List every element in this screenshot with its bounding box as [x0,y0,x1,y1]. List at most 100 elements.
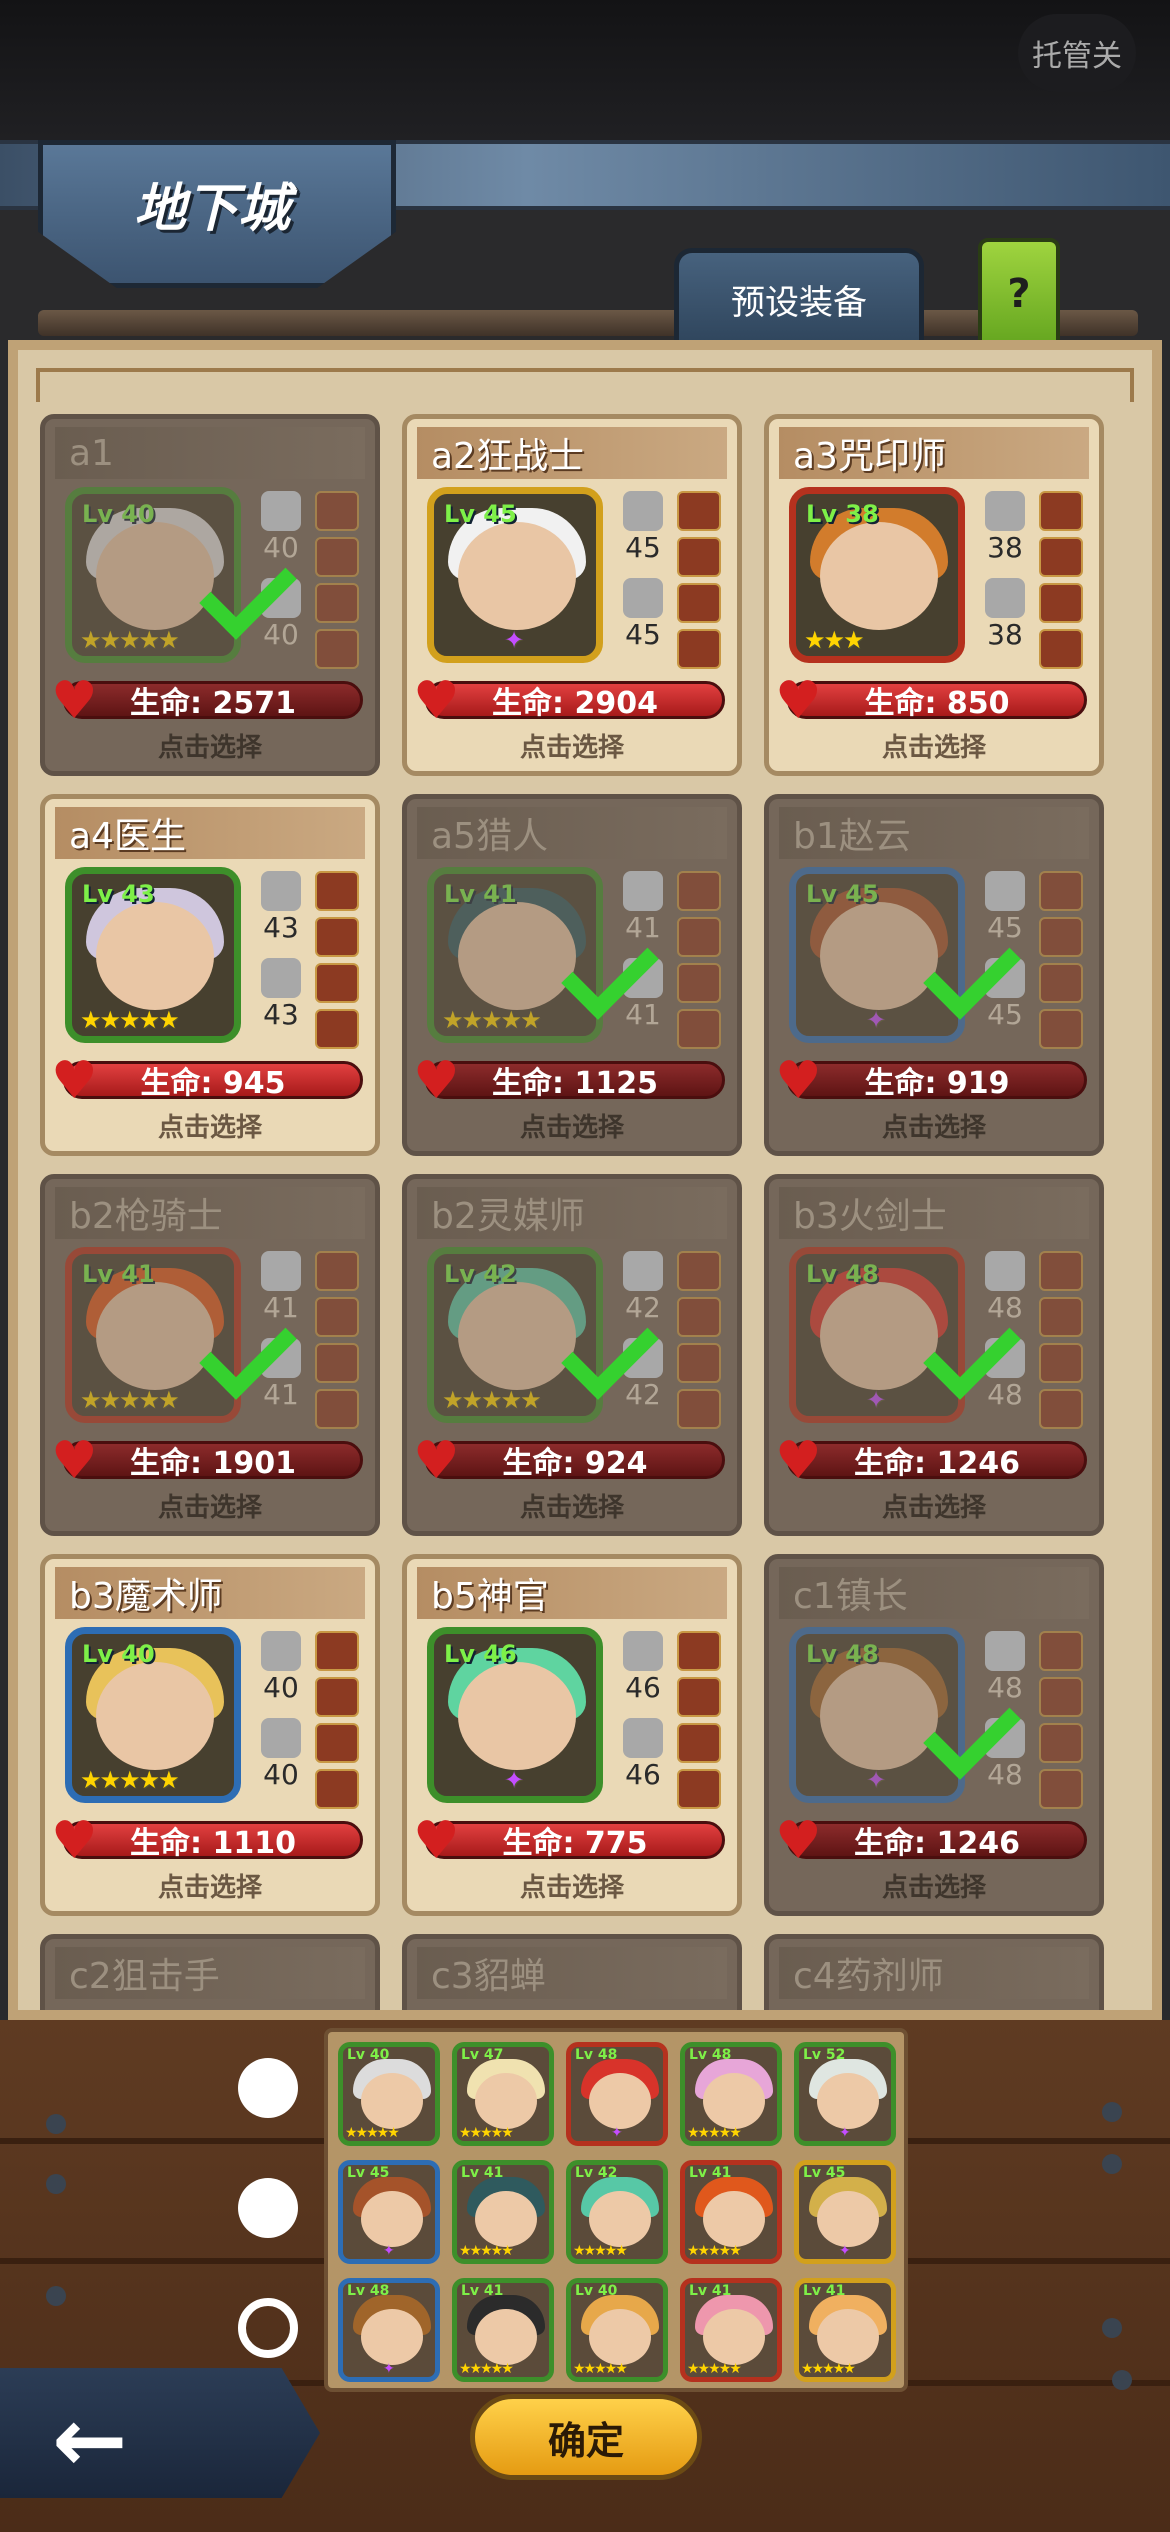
team-member-portrait[interactable]: Lv 42 ★★★★★ [566,2160,668,2264]
help-button[interactable]: ? [978,238,1060,350]
equipment-slot-icon[interactable] [1039,1631,1083,1671]
equipment-slot-icon[interactable] [1039,1723,1083,1763]
hero-card[interactable]: c1镇长 Lv 48 ✦ 48 48 生命: 1246 ♥ 点击选择 [764,1554,1104,1916]
equipment-slot-icon[interactable] [315,1343,359,1383]
equipment-slot-icon[interactable] [677,1297,721,1337]
preset-equipment-tab[interactable]: 预设装备 [674,248,924,345]
equipment-slot-icon[interactable] [315,1251,359,1291]
hero-card[interactable]: c2狙击手 [40,1934,380,2010]
equipment-slot-icon[interactable] [677,1009,721,1049]
team-member-portrait[interactable]: Lv 41 ★★★★★ [680,2160,782,2264]
hero-card[interactable]: a4医生 Lv 43 ★★★★★ 43 43 生命: 945 ♥ 点击选择 [40,794,380,1156]
hero-card[interactable]: b2枪骑士 Lv 41 ★★★★★ 41 41 生命: 1901 ♥ 点击选择 [40,1174,380,1536]
hero-card[interactable]: b1赵云 Lv 45 ✦ 45 45 生命: 919 ♥ 点击选择 [764,794,1104,1156]
hero-card[interactable]: c4药剂师 [764,1934,1104,2010]
equipment-slot-icon[interactable] [677,1769,721,1809]
equipment-slot-icon[interactable] [677,1389,721,1429]
equipment-slot-icon[interactable] [315,1009,359,1049]
team-member-portrait[interactable]: Lv 41 ★★★★★ [452,2160,554,2264]
equipment-slot-icon[interactable] [315,1297,359,1337]
equipment-slot-icon[interactable] [315,917,359,957]
equipment-slot-icon[interactable] [1039,917,1083,957]
select-hero-button[interactable]: 点击选择 [769,1107,1099,1144]
equipment-slot-icon[interactable] [677,963,721,1003]
team-radio-button[interactable] [238,2178,298,2238]
hero-card[interactable]: a3咒印师 Lv 38 ★★★ 38 38 生命: 850 ♥ 点击选择 [764,414,1104,776]
equipment-slot-icon[interactable] [677,871,721,911]
equipment-slot-icon[interactable] [677,491,721,531]
hero-card[interactable]: b3魔术师 Lv 40 ★★★★★ 40 40 生命: 1110 ♥ 点击选择 [40,1554,380,1916]
equipment-slot-icon[interactable] [1039,491,1083,531]
equipment-slot-icon[interactable] [1039,1251,1083,1291]
equipment-slot-icon[interactable] [315,1389,359,1429]
hero-card[interactable]: c3貂蝉 [402,1934,742,2010]
team-member-portrait[interactable]: Lv 41 ★★★★★ [452,2278,554,2382]
equipment-slot-icon[interactable] [1039,1769,1083,1809]
equipment-slot-icon[interactable] [1039,1343,1083,1383]
equipment-slot-icon[interactable] [1039,583,1083,623]
equipment-slot-icon[interactable] [677,537,721,577]
equipment-slot-icon[interactable] [677,1677,721,1717]
select-hero-button[interactable]: 点击选择 [769,1487,1099,1524]
select-hero-button[interactable]: 点击选择 [45,1487,375,1524]
equipment-slot-icon[interactable] [1039,1389,1083,1429]
team-member-portrait[interactable]: Lv 40 ★★★★★ [338,2042,440,2146]
equipment-slot-icon[interactable] [1039,1297,1083,1337]
team-member-portrait[interactable]: Lv 52 ✦ [794,2042,896,2146]
team-radio-button[interactable] [238,2298,298,2358]
equipment-slot-icon[interactable] [315,491,359,531]
select-hero-button[interactable]: 点击选择 [769,727,1099,764]
equipment-slot-icon[interactable] [315,963,359,1003]
equipment-slot-icon[interactable] [315,1769,359,1809]
select-hero-button[interactable]: 点击选择 [769,1867,1099,1904]
equipment-slot-icon[interactable] [1039,963,1083,1003]
select-hero-button[interactable]: 点击选择 [407,727,737,764]
hero-card[interactable]: b2灵媒师 Lv 42 ★★★★★ 42 42 生命: 924 ♥ 点击选择 [402,1174,742,1536]
select-hero-button[interactable]: 点击选择 [407,1107,737,1144]
equipment-slot-icon[interactable] [1039,629,1083,669]
hero-card[interactable]: a5猎人 Lv 41 ★★★★★ 41 41 生命: 1125 ♥ 点击选择 [402,794,742,1156]
team-member-portrait[interactable]: Lv 48 ✦ [566,2042,668,2146]
select-hero-button[interactable]: 点击选择 [407,1487,737,1524]
equipment-slot-icon[interactable] [1039,1009,1083,1049]
equipment-slot-icon[interactable] [677,1251,721,1291]
equipment-slot-icon[interactable] [315,583,359,623]
hero-card[interactable]: b3火剑士 Lv 48 ✦ 48 48 生命: 1246 ♥ 点击选择 [764,1174,1104,1536]
equipment-slot-icon[interactable] [315,1723,359,1763]
team-member-portrait[interactable]: Lv 48 ✦ [338,2278,440,2382]
auto-toggle-button[interactable]: 托管关 [1018,14,1136,92]
team-member-portrait[interactable]: Lv 45 ✦ [794,2160,896,2264]
equipment-slot-icon[interactable] [677,917,721,957]
team-member-portrait[interactable]: Lv 40 ★★★★★ [566,2278,668,2382]
team-radio-button[interactable] [238,2058,298,2118]
confirm-button[interactable]: 确定 [470,2394,702,2480]
equipment-slot-icon[interactable] [315,1631,359,1671]
select-hero-button[interactable]: 点击选择 [407,1867,737,1904]
star-rating-icon: ✦ [866,1386,886,1414]
hero-card[interactable]: b5神官 Lv 46 ✦ 46 46 生命: 775 ♥ 点击选择 [402,1554,742,1916]
equipment-slot-icon[interactable] [677,629,721,669]
equipment-slot-icon[interactable] [315,1677,359,1717]
select-hero-button[interactable]: 点击选择 [45,727,375,764]
back-button[interactable] [0,2368,320,2498]
defense-value: 41 [625,998,661,1031]
team-member-portrait[interactable]: Lv 41 ★★★★★ [680,2278,782,2382]
team-member-portrait[interactable]: Lv 47 ★★★★★ [452,2042,554,2146]
equipment-slot-icon[interactable] [677,1343,721,1383]
team-member-portrait[interactable]: Lv 48 ★★★★★ [680,2042,782,2146]
equipment-slot-icon[interactable] [315,537,359,577]
equipment-slot-icon[interactable] [677,1631,721,1671]
select-hero-button[interactable]: 点击选择 [45,1107,375,1144]
equipment-slot-icon[interactable] [677,1723,721,1763]
equipment-slot-icon[interactable] [1039,871,1083,911]
hero-card[interactable]: a2狂战士 Lv 45 ✦ 45 45 生命: 2904 ♥ 点击选择 [402,414,742,776]
equipment-slot-icon[interactable] [315,629,359,669]
hero-card[interactable]: a1 Lv 40 ★★★★★ 40 40 生命: 2571 ♥ 点击选择 [40,414,380,776]
team-member-portrait[interactable]: Lv 41 ★★★★★ [794,2278,896,2382]
equipment-slot-icon[interactable] [677,583,721,623]
select-hero-button[interactable]: 点击选择 [45,1867,375,1904]
equipment-slot-icon[interactable] [1039,1677,1083,1717]
team-member-portrait[interactable]: Lv 45 ✦ [338,2160,440,2264]
equipment-slot-icon[interactable] [315,871,359,911]
equipment-slot-icon[interactable] [1039,537,1083,577]
